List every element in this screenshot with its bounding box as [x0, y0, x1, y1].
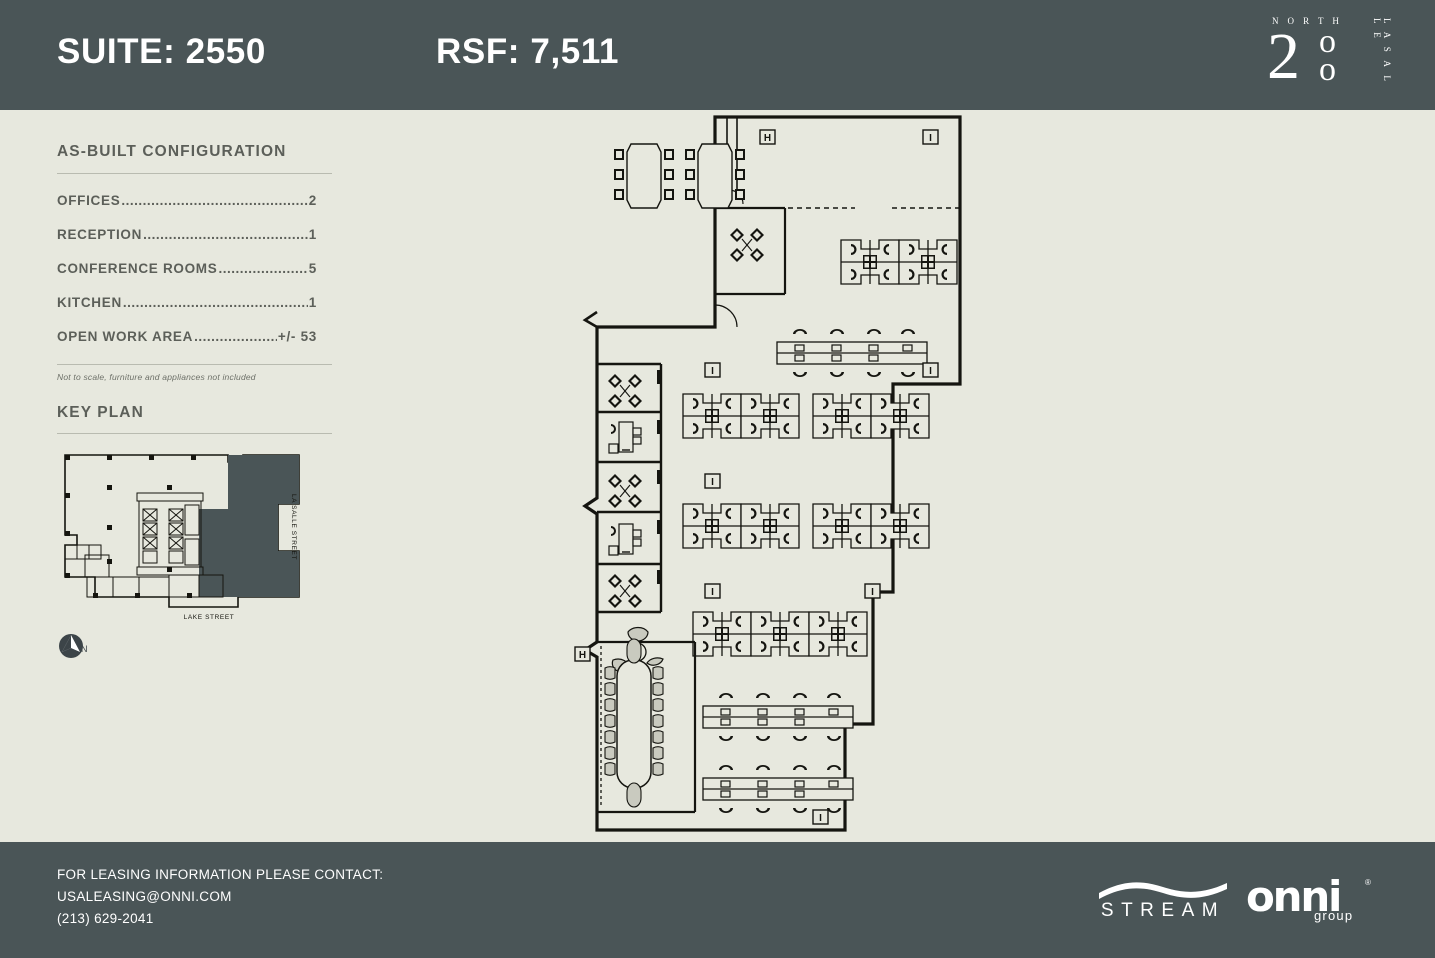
config-row: RECEPTION...............................…	[57, 227, 317, 242]
room-marker: I	[871, 587, 874, 598]
keyplan-street-bottom: LAKE STREET	[184, 614, 235, 621]
registered-trademark-icon: ®	[1365, 878, 1371, 887]
room-marker: I	[929, 133, 932, 144]
stream-wave-icon	[1099, 882, 1227, 899]
logo-lasalle-text: L A S A L L E	[1372, 18, 1392, 84]
config-row-leader: ........................................…	[143, 227, 308, 242]
suite-label: SUITE:	[57, 32, 176, 71]
keyplan-figure: LA SALLE STREET LAKE STREET	[57, 449, 317, 624]
compass-north-label: N	[81, 644, 88, 654]
config-row: KITCHEN.................................…	[57, 295, 317, 310]
keyplan-svg: LA SALLE STREET LAKE STREET	[64, 454, 300, 621]
rsf-value: 7,511	[530, 32, 620, 71]
config-row-leader: ........................................…	[122, 295, 308, 310]
config-row: CONFERENCE ROOMS........................…	[57, 261, 317, 276]
config-row-label: RECEPTION	[57, 227, 143, 242]
config-row-leader: ........................................…	[218, 261, 308, 276]
config-title: AS-BUILT CONFIGURATION	[57, 143, 287, 160]
config-row-label: OFFICES	[57, 193, 121, 208]
logo-numeral-two: 2	[1267, 20, 1300, 93]
config-row: OFFICES.................................…	[57, 193, 317, 208]
room-marker: I	[819, 813, 822, 824]
contact-email[interactable]: USALEASING@ONNI.COM	[57, 886, 383, 908]
config-row-leader: ........................................…	[121, 193, 307, 208]
config-row-value: 5	[308, 261, 317, 276]
config-row-label: CONFERENCE ROOMS	[57, 261, 218, 276]
onni-group-label: group	[1314, 908, 1354, 923]
divider-top	[57, 173, 332, 174]
stream-logo: STREAM	[1093, 880, 1233, 922]
config-row-value: +/- 53	[277, 329, 317, 344]
suite-floorplan: H I I I I I I I	[555, 112, 975, 837]
divider-keyplan	[57, 433, 332, 434]
rsf-label: RSF:	[436, 32, 521, 71]
config-row-label: KITCHEN	[57, 295, 122, 310]
room-marker: I	[711, 477, 714, 488]
room-marker: I	[711, 366, 714, 377]
suite-heading: SUITE: 2550	[57, 32, 266, 72]
rsf-heading: RSF: 7,511	[436, 32, 619, 72]
contact-phone[interactable]: (213) 629-2041	[57, 908, 383, 930]
room-marker: H	[764, 133, 771, 144]
page-header: SUITE: 2550 RSF: 7,511 N O R T H L A S A…	[0, 0, 1435, 110]
contact-heading: FOR LEASING INFORMATION PLEASE CONTACT:	[57, 867, 384, 882]
room-marker: H	[579, 650, 586, 661]
config-row-value: 2	[308, 193, 317, 208]
keyplan-suite-highlight	[199, 455, 299, 597]
page-footer: FOR LEASING INFORMATION PLEASE CONTACT: …	[0, 842, 1435, 958]
room-marker: I	[711, 587, 714, 598]
floorplan-svg: H I I I I I I I	[574, 115, 962, 832]
config-row-label: OPEN WORK AREA	[57, 329, 194, 344]
keyplan-title: KEY PLAN	[57, 404, 144, 421]
building-logo: N O R T H L A S A L L E 2 o o	[1263, 16, 1393, 98]
stream-wordmark: STREAM	[1100, 900, 1226, 921]
keyplan-street-right: LA SALLE STREET	[290, 494, 297, 560]
leasing-contact: FOR LEASING INFORMATION PLEASE CONTACT: …	[57, 864, 383, 930]
room-marker: I	[929, 366, 932, 377]
logo-zero-bottom: o	[1319, 51, 1336, 88]
onni-logo: onni ® group	[1246, 872, 1386, 926]
compass: N	[57, 632, 117, 662]
config-row-value: 1	[308, 295, 317, 310]
info-panel: AS-BUILT CONFIGURATION OFFICES..........…	[57, 143, 357, 662]
disclaimer-note: Not to scale, furniture and appliances n…	[57, 372, 256, 382]
config-row-value: 1	[308, 227, 317, 242]
config-row: OPEN WORK AREA..........................…	[57, 329, 317, 344]
config-list: OFFICES.................................…	[57, 193, 357, 344]
divider-bottom	[57, 364, 332, 365]
suite-value: 2550	[185, 32, 266, 71]
config-row-leader: ........................................…	[194, 329, 277, 344]
